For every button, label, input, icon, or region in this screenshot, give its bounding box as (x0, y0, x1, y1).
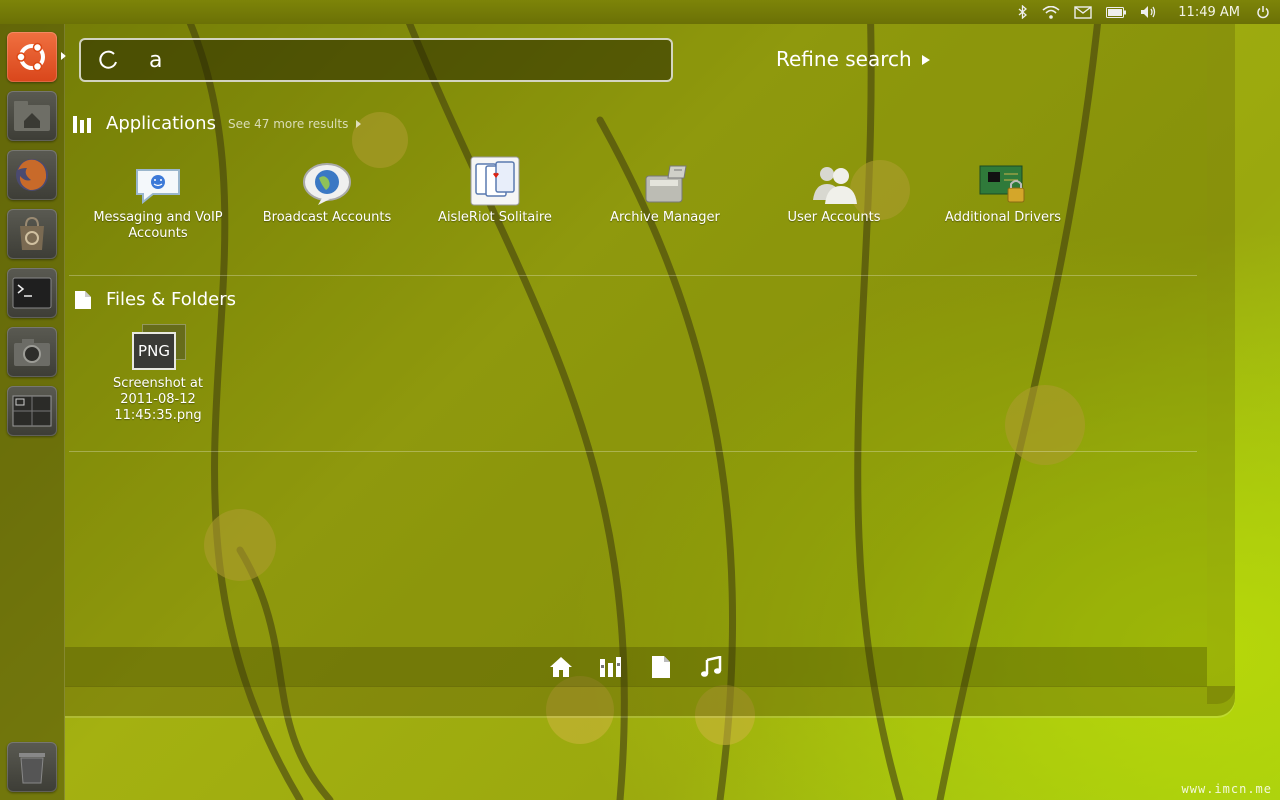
app-tile[interactable]: AisleRiot Solitaire (420, 150, 570, 226)
app-tile[interactable]: Broadcast Accounts (252, 150, 402, 226)
app-label: User Accounts (787, 210, 881, 225)
applications-header: Applications See 47 more results (72, 113, 362, 134)
png-badge: PNG (138, 342, 170, 360)
dash-border (1207, 24, 1235, 704)
battery-icon[interactable] (1106, 6, 1127, 18)
see-more-results-link[interactable]: See 47 more results (227, 116, 362, 131)
search-query: a (149, 47, 163, 73)
search-input[interactable]: a (79, 38, 673, 82)
app-label: AisleRiot Solitaire (438, 210, 552, 225)
section-divider (69, 275, 1197, 276)
files-header: Files & Folders (74, 289, 236, 310)
volume-icon[interactable] (1140, 5, 1158, 19)
launcher (0, 24, 65, 800)
refine-search-label: Refine search (776, 47, 912, 71)
ubuntu-logo-icon[interactable] (7, 32, 57, 82)
applications-icon (73, 115, 91, 133)
music-icon[interactable] (698, 654, 724, 680)
trash-icon[interactable] (7, 742, 57, 792)
app-label: Messaging and VoIP Accounts (93, 210, 223, 241)
app-tile[interactable]: Additional Drivers (928, 150, 1078, 226)
section-title-applications: Applications (106, 113, 216, 134)
app-tile[interactable]: Messaging and VoIP Accounts (83, 150, 233, 242)
wifi-icon[interactable] (1042, 5, 1060, 19)
applications-icon[interactable] (598, 654, 624, 680)
triangle-right-icon (921, 55, 930, 65)
app-tile[interactable]: User Accounts (759, 150, 909, 226)
files-icon (75, 290, 91, 309)
section-divider (69, 451, 1197, 452)
camera-icon[interactable] (7, 327, 57, 377)
globe-bubble-icon (299, 150, 355, 206)
chat-bubble-icon (130, 150, 186, 206)
lens-bar (65, 647, 1207, 687)
archive-icon (637, 150, 693, 206)
system-tray: 11:49 AM (1018, 5, 1280, 20)
clock[interactable]: 11:49 AM (1178, 5, 1240, 20)
file-label: Screenshot at 2011-08-12 11:45:35.png (113, 376, 203, 423)
loading-spinner-icon (99, 50, 117, 69)
mail-icon[interactable] (1074, 5, 1092, 19)
software-center-icon[interactable] (7, 209, 57, 259)
triangle-right-icon (356, 119, 362, 128)
see-more-label: See 47 more results (227, 116, 349, 131)
bluetooth-icon[interactable] (1018, 5, 1028, 19)
section-title-files: Files & Folders (106, 289, 236, 310)
app-label: Archive Manager (610, 210, 720, 225)
image-file-icon: PNG (130, 322, 186, 372)
dash-bottom-border (65, 686, 1235, 716)
home-folder-icon[interactable] (7, 91, 57, 141)
files-icon[interactable] (648, 654, 674, 680)
home-icon[interactable] (548, 654, 574, 680)
refine-search-button[interactable]: Refine search (776, 47, 930, 71)
terminal-icon[interactable] (7, 268, 57, 318)
power-icon[interactable] (1256, 5, 1270, 19)
app-label: Broadcast Accounts (262, 210, 392, 225)
app-tile[interactable]: Archive Manager (590, 150, 740, 226)
playing-cards-icon (467, 150, 523, 206)
top-panel: 11:49 AM (0, 0, 1280, 24)
app-label: Additional Drivers (944, 210, 1062, 225)
users-icon (806, 150, 862, 206)
firefox-icon[interactable] (7, 150, 57, 200)
watermark: www.imcn.me (1181, 782, 1272, 796)
workspace-switcher-icon[interactable] (7, 386, 57, 436)
file-tile[interactable]: PNG Screenshot at 2011-08-12 11:45:35.pn… (83, 322, 233, 424)
circuit-board-lock-icon (975, 150, 1031, 206)
